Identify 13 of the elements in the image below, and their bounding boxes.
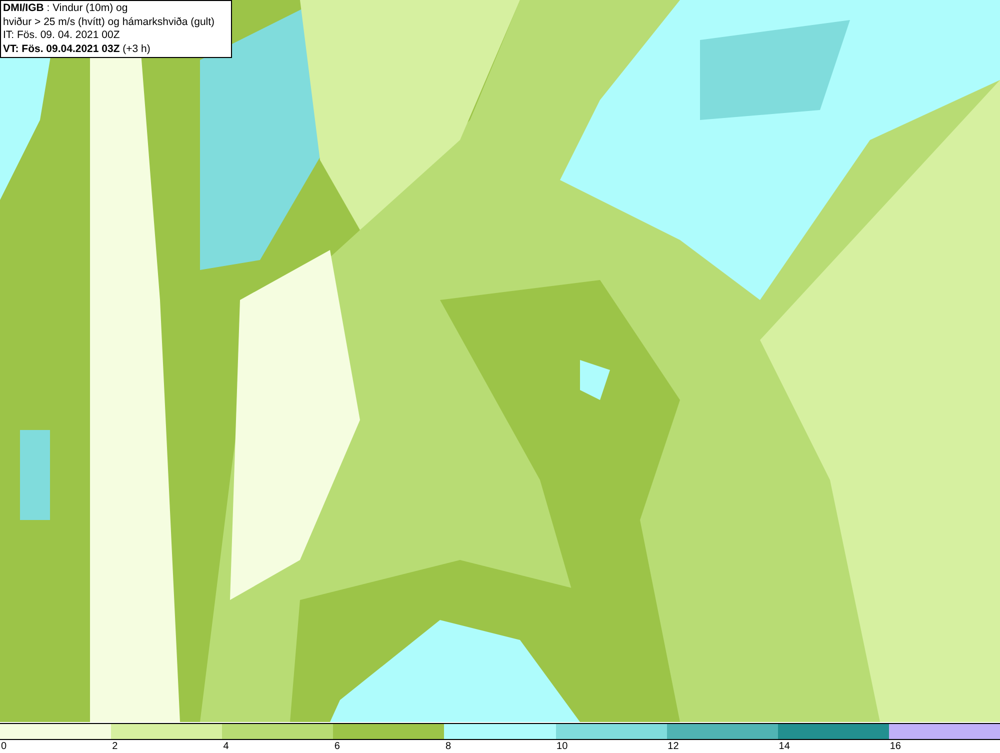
info-text: VT: Fös. 09.04.2021 03Z (+3 h) bbox=[3, 42, 152, 56]
scale-label: 8 bbox=[444, 740, 451, 753]
scale-label: 10 bbox=[556, 740, 568, 753]
scale-label: 2 bbox=[111, 740, 118, 753]
info-text: DMI/IGB : Vindur (10m) og bbox=[3, 2, 129, 16]
scale-label: 6 bbox=[333, 740, 340, 753]
scale-label: 14 bbox=[778, 740, 790, 753]
info-text: hviður > 25 m/s (hvítt) og hámarkshviða (gult) bbox=[3, 16, 216, 29]
scale-label: 4 bbox=[222, 740, 229, 753]
info-text: IT: Fös. 09. 04. 2021 00Z bbox=[3, 29, 121, 42]
scale-label: 12 bbox=[666, 740, 679, 753]
scale-label: 16 bbox=[888, 740, 901, 753]
scale-label: 0 bbox=[0, 740, 7, 753]
